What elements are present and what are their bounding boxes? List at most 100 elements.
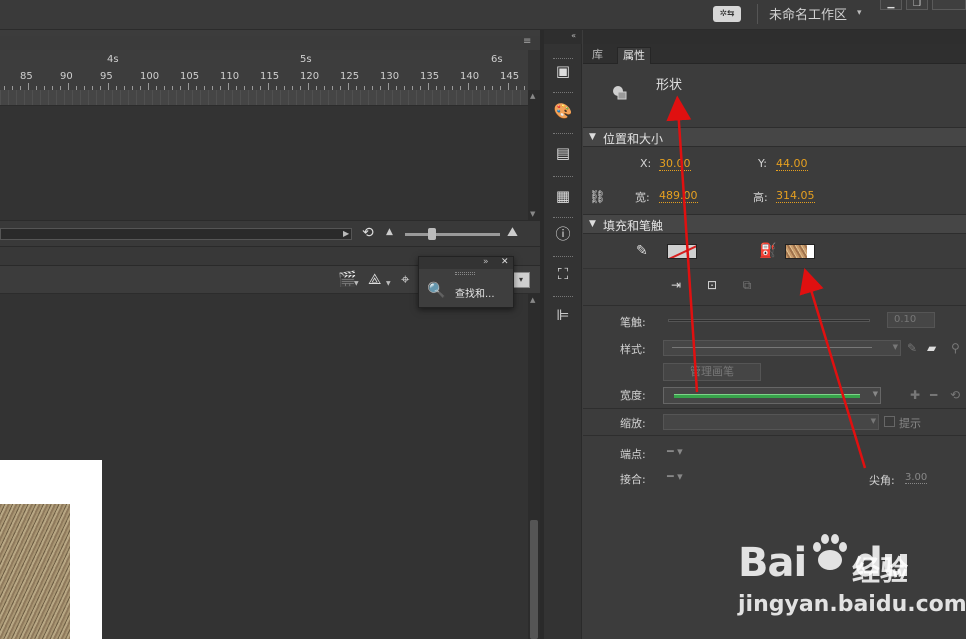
- divider: [583, 268, 966, 269]
- divider: [583, 408, 966, 409]
- floating-panel-header[interactable]: » ✕: [419, 257, 513, 269]
- loop-playback-icon[interactable]: ⟲: [362, 225, 378, 241]
- zoom-level-dropdown[interactable]: ▾: [512, 272, 530, 288]
- zoom-out-mountain-icon[interactable]: ▲: [386, 227, 393, 237]
- bitmap-fill-shape[interactable]: [0, 504, 70, 639]
- restore-window-button[interactable]: ❐: [906, 0, 928, 10]
- scroll-up-icon[interactable]: ▲: [530, 92, 538, 100]
- frame-number: 140: [460, 71, 480, 82]
- lock-proportions-link-icon[interactable]: ⛓: [589, 190, 606, 205]
- height-value-field[interactable]: 314.05: [776, 189, 815, 203]
- miter-limit-field[interactable]: 3.00: [905, 472, 928, 484]
- swatches-icon[interactable]: ▤: [552, 142, 574, 164]
- ruler-tick: [308, 83, 309, 90]
- baidu-paw-logo: [813, 534, 847, 570]
- edit-symbols-icon[interactable]: ⟁: [368, 270, 381, 288]
- stroke-color-swatch[interactable]: [667, 244, 697, 259]
- stroke-size-input[interactable]: 0.10: [887, 312, 935, 328]
- edit-stroke-style-pencil-icon[interactable]: ✎: [907, 341, 917, 355]
- transform-icon[interactable]: ⛶: [552, 263, 574, 285]
- color-palette-icon[interactable]: 🎨: [552, 100, 574, 122]
- drag-grip[interactable]: [455, 272, 475, 275]
- manage-brushes-button[interactable]: 管理画笔: [663, 363, 761, 381]
- break-apart-icon[interactable]: ⊡: [703, 277, 721, 293]
- tab-properties[interactable]: 属性: [617, 47, 651, 64]
- collapse-triangle-icon[interactable]: ▼: [589, 219, 596, 229]
- chevron-down-icon[interactable]: ▼: [386, 280, 391, 287]
- scroll-up-icon[interactable]: ▲: [530, 296, 535, 304]
- frame-number: 125: [340, 71, 360, 82]
- second-marker: 6s: [491, 54, 503, 65]
- drag-grip[interactable]: [553, 133, 573, 136]
- timeline-vertical-scrollbar[interactable]: ▲ ▼: [528, 90, 540, 220]
- drag-grip[interactable]: [553, 217, 573, 220]
- components-icon[interactable]: ▦: [552, 185, 574, 207]
- close-icon[interactable]: ✕: [501, 257, 509, 267]
- toolbar-divider: [757, 4, 758, 24]
- frame-number: 115: [260, 71, 280, 82]
- timeline-zoom-slider-thumb[interactable]: [428, 228, 436, 240]
- stroke-scale-dropdown[interactable]: ▼: [663, 414, 879, 430]
- chevron-down-icon[interactable]: ▾: [857, 8, 862, 18]
- scroll-right-icon[interactable]: ▶: [343, 229, 349, 238]
- find-replace-icon[interactable]: 🔍: [427, 281, 446, 299]
- stroke-style-dropdown[interactable]: ▼: [663, 340, 901, 356]
- minimize-window-button[interactable]: ▁: [880, 0, 902, 10]
- chevron-down-icon[interactable]: ▼: [873, 390, 878, 398]
- pencil-icon: ✎: [636, 243, 648, 259]
- find-replace-button-label[interactable]: 查找和...: [455, 285, 495, 300]
- frame-picker-icon[interactable]: ▣: [552, 60, 574, 82]
- expand-panel-icon[interactable]: »: [483, 257, 489, 267]
- brush-tool-icon[interactable]: ⚲: [951, 341, 960, 355]
- layer-frames-row[interactable]: [0, 90, 528, 106]
- close-window-button[interactable]: [932, 0, 966, 10]
- drag-grip[interactable]: [553, 296, 573, 299]
- ruler-tick: [148, 83, 149, 90]
- width-value-field[interactable]: 489.00: [659, 189, 698, 203]
- sync-settings-icon[interactable]: ✲⇆: [713, 6, 741, 22]
- info-icon[interactable]: ⓘ: [552, 223, 574, 245]
- timeline-horizontal-scrollbar[interactable]: ▶: [0, 228, 352, 240]
- workspace-switcher-label[interactable]: 未命名工作区: [769, 4, 847, 23]
- y-value-field[interactable]: 44.00: [776, 157, 808, 171]
- ruler-tick: [268, 83, 269, 90]
- section-fill-stroke[interactable]: ▼ 填充和笔触: [583, 214, 966, 234]
- miter-label: 尖角:: [869, 474, 895, 487]
- reset-width-profile-icon[interactable]: ⟲: [950, 388, 960, 402]
- brush-library-icon[interactable]: ▰: [927, 341, 936, 355]
- paint-bucket-icon: ⛽: [759, 243, 777, 259]
- tab-library[interactable]: 库: [587, 47, 608, 64]
- cap-style-dropdown[interactable]: ━ ▾: [667, 445, 683, 458]
- scroll-down-icon[interactable]: ▼: [530, 210, 538, 218]
- drag-grip[interactable]: [553, 256, 573, 259]
- delete-width-profile-icon[interactable]: ━: [930, 388, 937, 402]
- drag-grip[interactable]: [553, 176, 573, 179]
- zoom-in-mountain-icon[interactable]: ⛰: [507, 225, 518, 240]
- hinting-checkbox[interactable]: [884, 416, 895, 427]
- object-type-label: 形状: [656, 78, 683, 93]
- stage-scrollbar-thumb[interactable]: [530, 520, 538, 639]
- fill-color-swatch[interactable]: [785, 244, 815, 259]
- swap-colors-icon[interactable]: ⧉: [738, 277, 756, 293]
- chevron-down-icon[interactable]: ▼: [354, 280, 359, 287]
- panel-menu-icon[interactable]: ≡: [523, 37, 535, 47]
- section-position-size[interactable]: ▼ 位置和大小: [583, 127, 966, 147]
- dock-header[interactable]: «: [544, 30, 582, 44]
- object-drawing-mode-icon[interactable]: ⇥: [667, 277, 685, 293]
- width-profile-dropdown[interactable]: ▼: [663, 387, 881, 404]
- stroke-size-slider[interactable]: [668, 319, 870, 322]
- center-stage-icon[interactable]: ⌖: [401, 270, 409, 288]
- join-label: 接合:: [620, 473, 646, 486]
- x-value-field[interactable]: 30.00: [659, 157, 691, 171]
- timeline-zoom-slider[interactable]: [405, 233, 500, 236]
- timeline-frame-ruler[interactable]: 4s 5s 6s 85 90 95 100 105 110 115 120 12…: [0, 50, 528, 90]
- drag-grip[interactable]: [553, 92, 573, 95]
- collapse-panels-icon[interactable]: «: [571, 31, 576, 40]
- collapse-triangle-icon[interactable]: ▼: [589, 132, 596, 142]
- timeline-frames-area[interactable]: [0, 106, 528, 220]
- ruler-tick: [508, 83, 509, 90]
- timeline-panel: ≡ 4s 5s 6s 85 90 95 100 105 110 115 120 …: [0, 36, 540, 246]
- align-icon[interactable]: ⊫: [552, 304, 574, 326]
- join-style-dropdown[interactable]: ━ ▾: [667, 470, 683, 483]
- add-width-profile-icon[interactable]: ✚: [910, 388, 920, 402]
